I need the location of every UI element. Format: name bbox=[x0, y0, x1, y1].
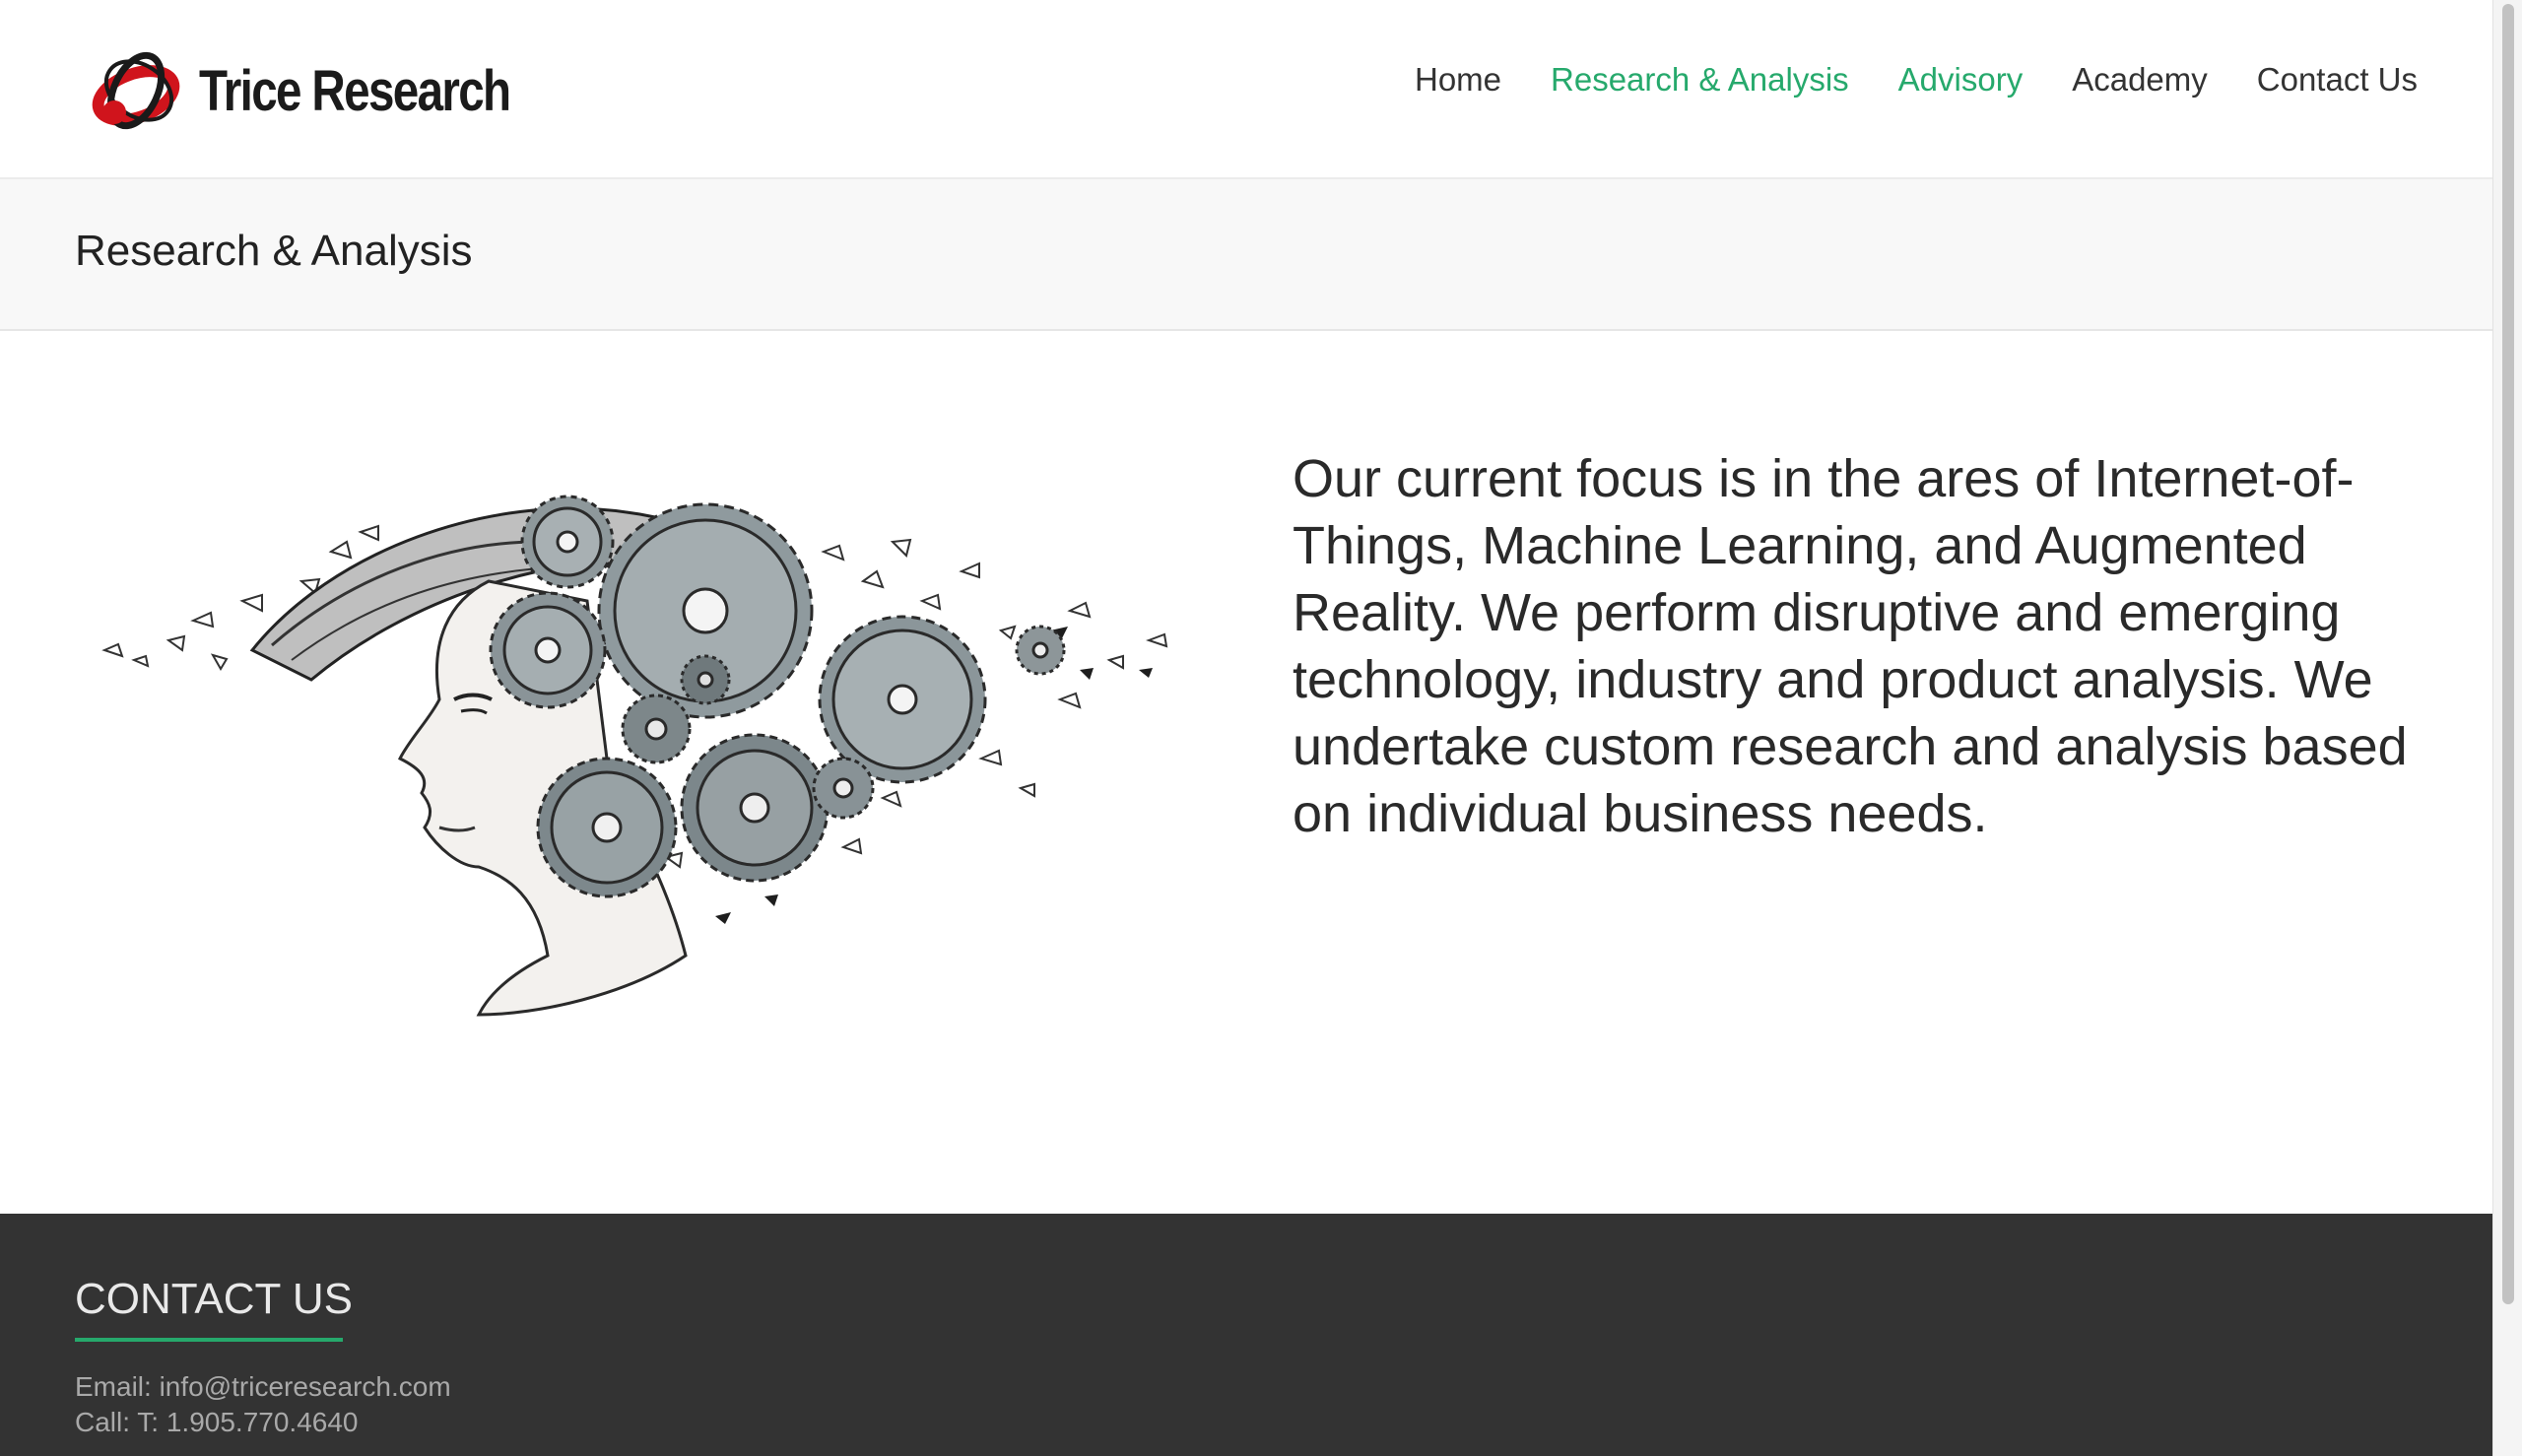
head-with-gears-illustration bbox=[75, 404, 1198, 1034]
site-footer: CONTACT US Email: info@triceresearch.com… bbox=[0, 1214, 2492, 1456]
footer-email[interactable]: Email: info@triceresearch.com bbox=[75, 1371, 451, 1403]
nav-academy[interactable]: Academy bbox=[2072, 61, 2208, 99]
nav-home[interactable]: Home bbox=[1415, 61, 1501, 99]
site-logo[interactable]: Trice Research bbox=[85, 41, 578, 140]
page-scrollbar[interactable] bbox=[2492, 0, 2522, 1456]
trice-orbit-logo-icon bbox=[92, 51, 180, 130]
page: Trice Research Home Research & Analysis … bbox=[0, 0, 2522, 1456]
site-header: Trice Research Home Research & Analysis … bbox=[0, 0, 2492, 179]
nav-contact-us[interactable]: Contact Us bbox=[2257, 61, 2418, 99]
main-nav: Home Research & Analysis Advisory Academ… bbox=[1415, 61, 2418, 99]
nav-advisory[interactable]: Advisory bbox=[1898, 61, 2024, 99]
nav-research-analysis[interactable]: Research & Analysis bbox=[1551, 61, 1849, 99]
illustration-graphic bbox=[101, 495, 1168, 1017]
logo-text: Trice Research bbox=[199, 58, 511, 123]
footer-contact-heading: CONTACT US bbox=[75, 1275, 353, 1323]
page-title: Research & Analysis bbox=[75, 227, 473, 275]
page-title-bar: Research & Analysis bbox=[0, 179, 2492, 331]
footer-heading-underline bbox=[75, 1338, 343, 1342]
intro-paragraph: Our current focus is in the ares of Inte… bbox=[1293, 449, 2408, 843]
scrollbar-thumb[interactable] bbox=[2502, 4, 2514, 1304]
footer-email-link[interactable]: Email: info@triceresearch.com bbox=[75, 1371, 451, 1402]
footer-phone: Call: T: 1.905.770.4640 bbox=[75, 1407, 359, 1437]
